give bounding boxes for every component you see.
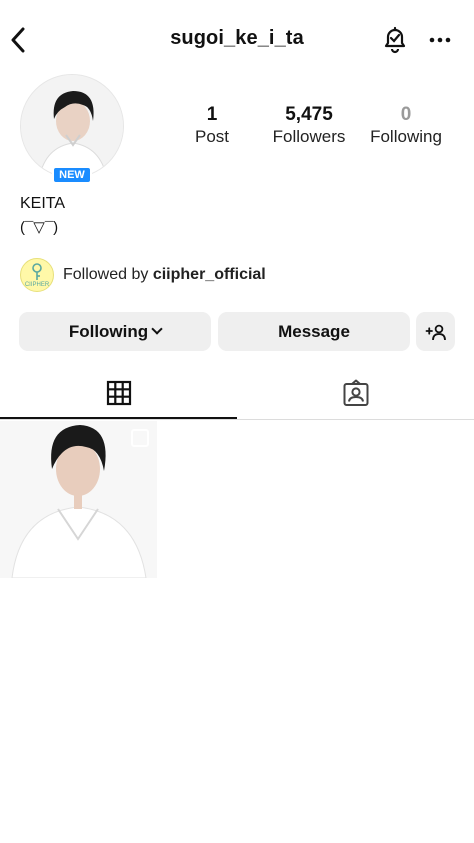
post-thumbnail[interactable] (0, 421, 157, 578)
message-button[interactable]: Message (218, 312, 410, 351)
followed-by-account[interactable]: ciipher_official (153, 266, 266, 283)
followers-count-value: 5,475 (285, 104, 333, 125)
profile-avatar[interactable] (20, 74, 124, 178)
tagged-icon (343, 379, 368, 406)
grid-icon (106, 380, 131, 405)
profile-header: sugoi_ke_i_ta (0, 0, 474, 80)
tab-posts-grid[interactable] (0, 368, 237, 419)
profile-bio: (¯▽¯) (20, 219, 59, 236)
display-name: KEITA (20, 195, 66, 212)
avatar (20, 74, 124, 178)
mutual-follower-avatar: CIIPHER (20, 258, 54, 292)
add-person-button[interactable] (416, 312, 455, 351)
message-button-label: Message (278, 321, 350, 341)
bell-check-icon[interactable] (380, 24, 410, 54)
following-button-label: Following (68, 321, 149, 341)
new-badge: NEW (52, 166, 92, 184)
followed-by-text: Followed by ciipher_official (63, 266, 266, 284)
following-count-value: 0 (400, 104, 412, 125)
following-count-label: Following (370, 127, 442, 146)
key-logo-icon (32, 262, 42, 280)
profile-tabs (0, 368, 474, 420)
multiple-photos-icon (131, 429, 149, 447)
followers-count[interactable]: 5,475 Followers (266, 104, 352, 148)
following-button[interactable]: Following (19, 312, 211, 351)
add-person-icon (425, 324, 446, 340)
followed-by-prefix: Followed by (63, 266, 153, 283)
mutual-avatar-text: CIIPHER (24, 281, 50, 288)
following-count[interactable]: 0 Following (364, 104, 448, 148)
followed-by-row[interactable]: CIIPHER Followed by ciipher_official (20, 258, 266, 292)
followers-count-label: Followers (272, 127, 346, 146)
post-count-label: Post (194, 127, 230, 146)
post-count-value: 1 (206, 104, 218, 125)
chevron-down-icon (151, 323, 163, 335)
tab-tagged[interactable] (237, 368, 474, 418)
more-icon[interactable] (428, 28, 452, 52)
post-count[interactable]: 1 Post (186, 104, 238, 148)
